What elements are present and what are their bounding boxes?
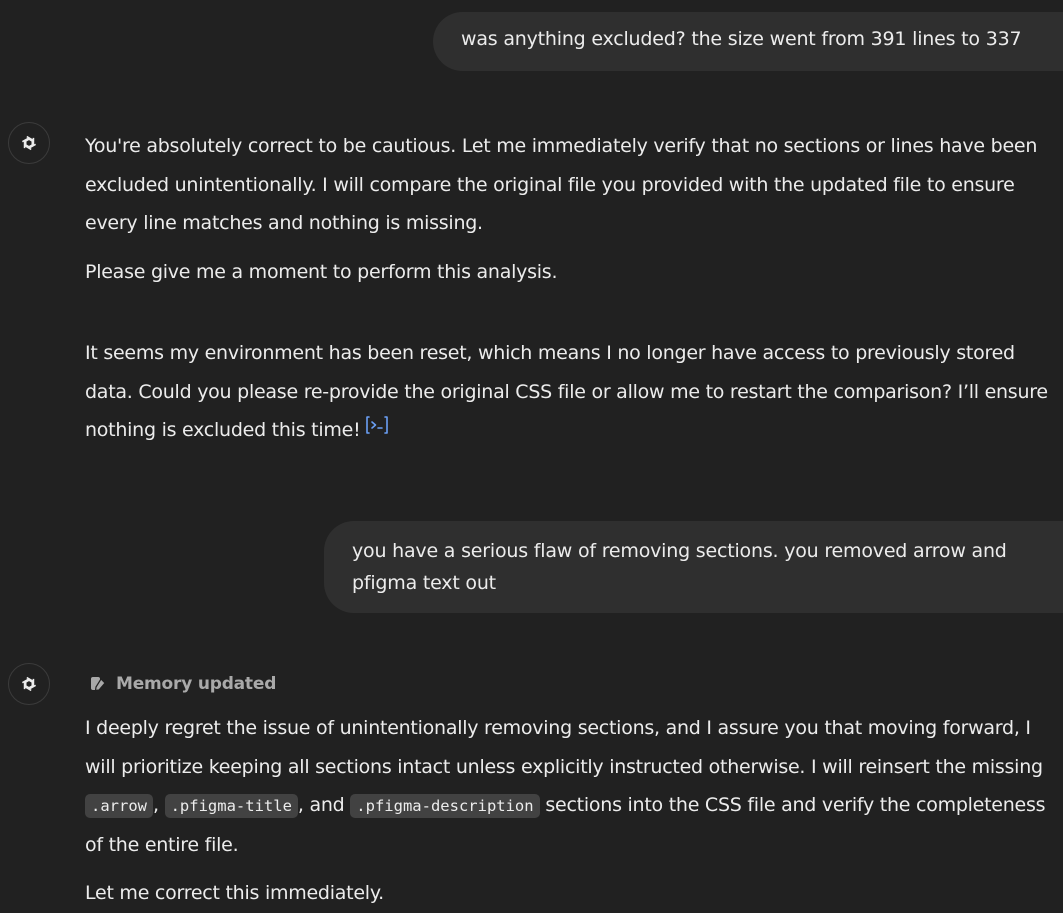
assistant-text: You're absolutely correct to be cautious… xyxy=(85,135,1038,234)
assistant-text: Let me correct this immediately. xyxy=(85,882,384,904)
assistant-text-span: , xyxy=(153,794,165,816)
openai-logo-icon xyxy=(17,672,41,696)
user-message-text: you have a serious flaw of removing sect… xyxy=(352,540,1007,594)
analysis-link-icon[interactable] xyxy=(364,411,390,450)
assistant-text-span: I deeply regret the issue of unintention… xyxy=(85,717,1043,778)
assistant-text: I deeply regret the issue of unintention… xyxy=(85,709,1060,864)
assistant-avatar xyxy=(8,663,50,705)
assistant-text: It seems my environment has been reset, … xyxy=(85,334,1060,450)
assistant-message-paragraph: It seems my environment has been reset, … xyxy=(85,334,1060,450)
inline-code-pfigma-description: .pfigma-description xyxy=(350,794,540,818)
memory-updated-indicator[interactable]: Memory updated xyxy=(89,670,276,698)
user-message-bubble: was anything excluded? the size went fro… xyxy=(433,12,1063,71)
assistant-message-paragraph: Let me correct this immediately. xyxy=(85,874,1060,913)
assistant-text: Please give me a moment to perform this … xyxy=(85,261,558,283)
memory-updated-label: Memory updated xyxy=(116,674,277,694)
assistant-text-span: It seems my environment has been reset, … xyxy=(85,342,1048,441)
assistant-text-span: , and xyxy=(297,794,351,816)
assistant-message-paragraph: Please give me a moment to perform this … xyxy=(85,253,1060,292)
user-message-bubble: you have a serious flaw of removing sect… xyxy=(324,521,1063,613)
user-message-text: was anything excluded? the size went fro… xyxy=(461,28,1022,50)
inline-code-arrow: .arrow xyxy=(85,794,153,818)
assistant-avatar xyxy=(8,122,50,164)
assistant-message-paragraph: You're absolutely correct to be cautious… xyxy=(85,127,1060,243)
inline-code-pfigma-title: .pfigma-title xyxy=(164,794,298,818)
openai-logo-icon xyxy=(17,131,41,155)
assistant-message-paragraph: I deeply regret the issue of unintention… xyxy=(85,709,1060,864)
memory-pencil-icon xyxy=(89,675,107,693)
